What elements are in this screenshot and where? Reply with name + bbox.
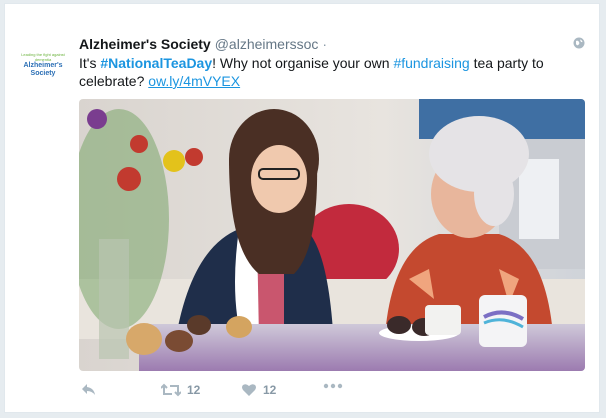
- hashtag-fundraising[interactable]: #fundraising: [393, 55, 469, 71]
- like-button[interactable]: 12: [241, 383, 276, 397]
- text-part2: ! Why not organise your own: [212, 55, 394, 71]
- separator: ·: [322, 36, 328, 52]
- avatar-brand-line2: Society: [30, 70, 56, 77]
- retweet-count: 12: [187, 383, 201, 397]
- tweet-header: Alzheimer's Society @alzheimerssoc ·: [79, 35, 327, 53]
- avatar-tagline: Leading the fight against dementia: [21, 52, 65, 62]
- reply-icon: [82, 384, 95, 395]
- globe-icon: [573, 37, 585, 49]
- hashtag-national-tea-day[interactable]: #NationalTeaDay: [100, 55, 212, 71]
- retweet-button[interactable]: 12: [161, 383, 200, 397]
- like-count: 12: [263, 383, 277, 397]
- tweet-link[interactable]: ow.ly/4mVYEX: [148, 73, 240, 89]
- text-part1: It's: [79, 55, 101, 71]
- avatar[interactable]: Leading the fight against dementia Alzhe…: [19, 41, 67, 89]
- tweet-photo[interactable]: [79, 99, 585, 371]
- more-icon: [323, 383, 343, 389]
- avatar-brand-line1: Alzheimer's: [23, 62, 63, 69]
- user-handle[interactable]: @alzheimerssoc: [215, 36, 319, 52]
- photo-illustration: [79, 99, 585, 371]
- tweet-actions: 12 12: [79, 383, 379, 401]
- display-name[interactable]: Alzheimer's Society: [79, 36, 211, 52]
- tweet-text: It's #NationalTeaDay! Why not organise y…: [79, 54, 579, 90]
- heart-icon: [242, 384, 256, 396]
- reply-button[interactable]: [81, 383, 97, 397]
- retweet-icon: [161, 383, 181, 397]
- more-button[interactable]: [323, 383, 343, 389]
- tweet-card[interactable]: Leading the fight against dementia Alzhe…: [4, 3, 600, 413]
